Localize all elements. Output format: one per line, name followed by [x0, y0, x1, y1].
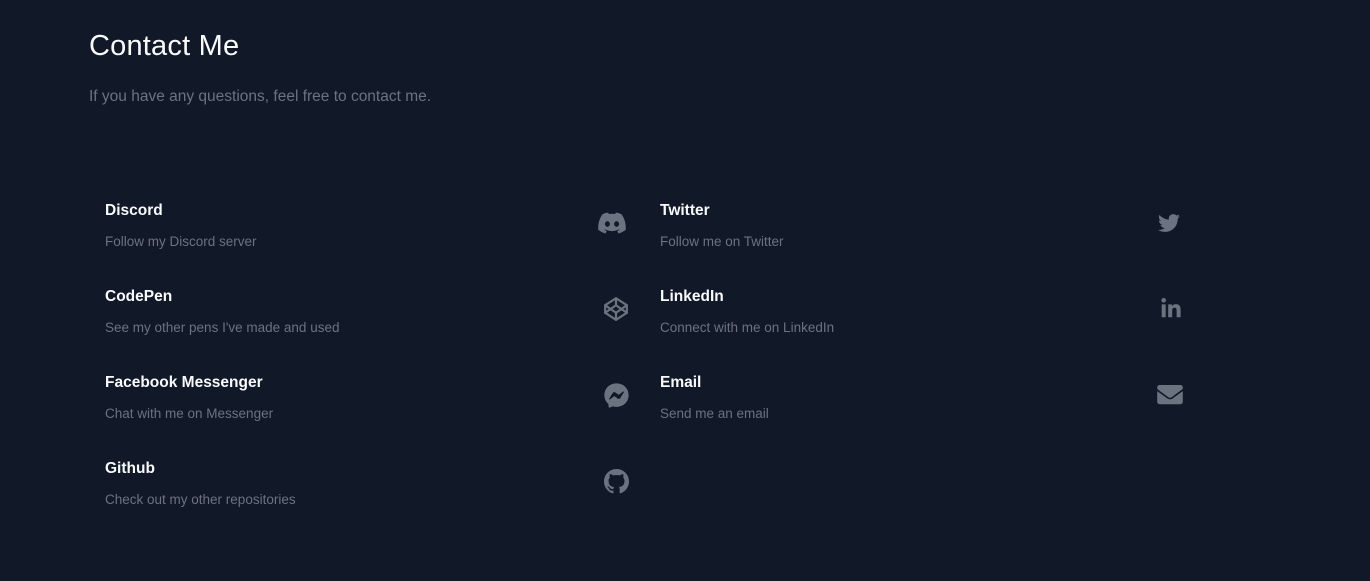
contact-card-twitter[interactable]: Twitter Follow me on Twitter [644, 186, 1183, 264]
contact-card-codepen[interactable]: CodePen See my other pens I've made and … [89, 272, 628, 350]
contact-card-description: Check out my other repositories [105, 492, 296, 507]
contact-card-description: Follow my Discord server [105, 234, 257, 249]
contact-card-description: Send me an email [660, 406, 769, 421]
contact-card-title: Discord [105, 202, 163, 219]
contact-card-title: Github [105, 460, 155, 477]
email-icon [1155, 380, 1185, 410]
contact-card-discord[interactable]: Discord Follow my Discord server [89, 186, 628, 264]
page-subtitle: If you have any questions, feel free to … [89, 88, 432, 105]
linkedin-icon [1156, 294, 1186, 324]
codepen-icon [601, 294, 631, 324]
contact-card-linkedin[interactable]: LinkedIn Connect with me on LinkedIn [644, 272, 1183, 350]
contact-card-title: Email [660, 374, 702, 391]
contact-card-description: Follow me on Twitter [660, 234, 784, 249]
twitter-icon [1154, 208, 1184, 238]
contact-card-messenger[interactable]: Facebook Messenger Chat with me on Messe… [89, 358, 631, 436]
contact-card-description: Connect with me on LinkedIn [660, 320, 835, 335]
contact-card-title: Twitter [660, 202, 710, 219]
contact-card-title: LinkedIn [660, 288, 724, 305]
contact-card-title: Facebook Messenger [105, 374, 263, 391]
contact-card-email[interactable]: Email Send me an email [644, 358, 1183, 436]
github-icon [601, 466, 631, 496]
contact-card-description: Chat with me on Messenger [105, 406, 274, 421]
page-title: Contact Me [89, 30, 240, 62]
contact-card-description: See my other pens I've made and used [105, 320, 340, 335]
discord-icon [597, 208, 627, 238]
contact-card-github[interactable]: Github Check out my other repositories [89, 444, 631, 522]
messenger-icon [601, 380, 631, 410]
contact-card-title: CodePen [105, 288, 173, 305]
